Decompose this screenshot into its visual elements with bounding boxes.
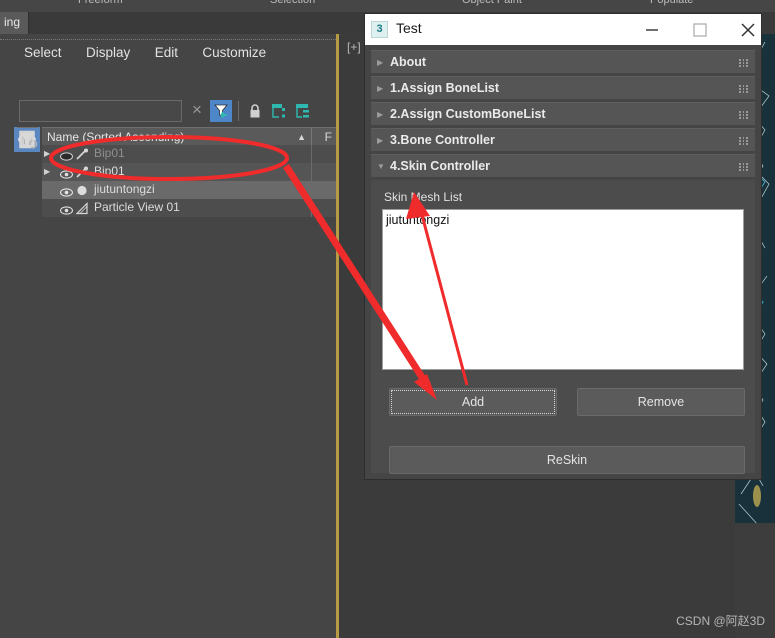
expand-tree-icon[interactable] bbox=[268, 100, 290, 122]
scene-tree: ▶ Bip01 ▶ Bip01 jiutuntongzi Particle Vi… bbox=[42, 145, 336, 217]
remove-button[interactable]: Remove bbox=[577, 388, 745, 416]
clear-search-icon[interactable]: × bbox=[188, 101, 206, 119]
expander-triangle-icon[interactable]: ▶ bbox=[44, 149, 53, 159]
rollout-label: 2.Assign CustomBoneList bbox=[390, 107, 546, 121]
drag-grip-icon[interactable] bbox=[739, 111, 748, 119]
chevron-right-icon[interactable]: ▶ bbox=[377, 136, 383, 145]
add-button[interactable]: Add bbox=[389, 388, 557, 416]
app-window: Freeform Selection Object Paint Populate… bbox=[0, 0, 775, 638]
ribbon-tab-selection[interactable]: Selection bbox=[270, 0, 315, 6]
expander-triangle-icon[interactable]: ▶ bbox=[44, 167, 53, 177]
lock-icon[interactable] bbox=[244, 100, 266, 122]
bone-icon bbox=[75, 148, 89, 161]
drag-grip-icon[interactable] bbox=[739, 59, 748, 67]
search-input[interactable] bbox=[20, 101, 181, 121]
table-row[interactable]: ▶ Bip01 bbox=[42, 145, 336, 163]
panel-drag-handle[interactable] bbox=[0, 34, 336, 40]
tree-row-label: Bip01 bbox=[94, 146, 125, 160]
minimize-button[interactable] bbox=[629, 14, 675, 45]
rollout-bone-controller[interactable]: ▶ 3.Bone Controller bbox=[371, 128, 755, 151]
chevron-right-icon[interactable]: ▶ bbox=[377, 58, 383, 67]
table-row[interactable]: jiutuntongzi bbox=[42, 181, 336, 199]
mesh-icon bbox=[75, 184, 89, 197]
viewport-label[interactable]: [+] bbox=[347, 40, 361, 54]
drag-grip-icon[interactable] bbox=[739, 137, 748, 145]
rollout-skin-controller[interactable]: ▼ 4.Skin Controller bbox=[371, 154, 755, 177]
maximize-button[interactable] bbox=[677, 14, 723, 45]
document-tab[interactable]: ing bbox=[0, 12, 30, 34]
close-icon[interactable] bbox=[725, 14, 771, 45]
scene-explorer-filter-bar bbox=[14, 127, 41, 567]
rollout-label: 4.Skin Controller bbox=[390, 159, 491, 173]
bucket-icon[interactable] bbox=[14, 127, 40, 152]
tree-row-label: Particle View 01 bbox=[94, 200, 180, 214]
reskin-button[interactable]: ReSkin bbox=[389, 446, 745, 474]
chevron-right-icon[interactable]: ▶ bbox=[377, 110, 383, 119]
scene-explorer-toolbar: × bbox=[14, 97, 324, 125]
visibility-eye-icon[interactable] bbox=[60, 149, 73, 161]
row-divider bbox=[311, 145, 312, 163]
tree-row-label: jiutuntongzi bbox=[94, 182, 155, 196]
list-item[interactable]: jiutuntongzi bbox=[386, 213, 449, 227]
rollout-assign-custombonelist[interactable]: ▶ 2.Assign CustomBoneList bbox=[371, 102, 755, 125]
collapse-tree-icon[interactable] bbox=[292, 100, 314, 122]
filter-funnel-icon[interactable] bbox=[210, 100, 232, 122]
rollout-label: About bbox=[390, 55, 427, 69]
search-input-wrap[interactable] bbox=[19, 100, 182, 122]
scene-explorer-panel: Select Display Edit Customize × Name (So… bbox=[0, 34, 336, 638]
skin-controller-body: Skin Mesh List jiutuntongzi Add Remove R… bbox=[371, 180, 755, 474]
rollout-label: 1.Assign BoneList bbox=[390, 81, 500, 95]
table-row[interactable]: ▶ Bip01 bbox=[42, 163, 336, 181]
visibility-eye-icon[interactable] bbox=[59, 167, 74, 179]
ribbon-tab-strip: Freeform Selection Object Paint Populate bbox=[0, 0, 775, 12]
dialog-title: Test bbox=[396, 20, 422, 36]
ribbon-tab-populate[interactable]: Populate bbox=[650, 0, 693, 6]
max3-icon: 3 bbox=[371, 21, 388, 38]
tree-column-header[interactable]: Name (Sorted Ascending) ▲ F bbox=[42, 127, 336, 146]
tree-column-header-label: Name (Sorted Ascending) bbox=[47, 130, 185, 144]
tree-column-header-2: F bbox=[324, 130, 332, 144]
chevron-right-icon[interactable]: ▶ bbox=[377, 84, 383, 93]
helpers-icon bbox=[75, 202, 89, 215]
toolbar-separator bbox=[238, 101, 239, 121]
menu-item-select[interactable]: Select bbox=[24, 45, 62, 60]
rollout-label: 3.Bone Controller bbox=[390, 133, 495, 147]
drag-grip-icon[interactable] bbox=[739, 85, 748, 93]
sort-ascending-icon[interactable]: ▲ bbox=[297, 132, 306, 142]
menu-item-display[interactable]: Display bbox=[86, 45, 130, 60]
menu-item-customize[interactable]: Customize bbox=[202, 45, 266, 60]
menu-item-edit[interactable]: Edit bbox=[155, 45, 178, 60]
dialog-title-bar[interactable]: 3 Test bbox=[365, 14, 761, 45]
visibility-eye-icon[interactable] bbox=[59, 185, 74, 197]
watermark: CSDN @阿赵3D bbox=[676, 614, 765, 628]
row-divider bbox=[311, 163, 312, 181]
row-divider bbox=[311, 199, 312, 217]
column-divider bbox=[311, 128, 312, 146]
tree-row-label: Bip01 bbox=[94, 164, 125, 178]
chevron-down-icon[interactable]: ▼ bbox=[377, 162, 385, 171]
drag-grip-icon[interactable] bbox=[739, 163, 748, 171]
scene-explorer-menubar: Select Display Edit Customize bbox=[24, 44, 324, 68]
skin-mesh-list-label: Skin Mesh List bbox=[384, 190, 463, 204]
ribbon-tab-freeform[interactable]: Freeform bbox=[78, 0, 123, 6]
visibility-eye-icon[interactable] bbox=[59, 203, 74, 215]
table-row[interactable]: Particle View 01 bbox=[42, 199, 336, 217]
bone-icon bbox=[75, 166, 89, 179]
row-divider bbox=[311, 181, 312, 199]
rollout-assign-bonelist[interactable]: ▶ 1.Assign BoneList bbox=[371, 76, 755, 99]
ribbon-tab-object-paint[interactable]: Object Paint bbox=[462, 0, 522, 6]
test-dialog[interactable]: 3 Test ▶ About ▶ 1.Assign BoneList ▶ 2.A… bbox=[365, 14, 761, 479]
rollout-about[interactable]: ▶ About bbox=[371, 50, 755, 73]
skin-mesh-list[interactable]: jiutuntongzi bbox=[382, 209, 744, 370]
rollout-list: ▶ About ▶ 1.Assign BoneList ▶ 2.Assign C… bbox=[371, 50, 755, 180]
